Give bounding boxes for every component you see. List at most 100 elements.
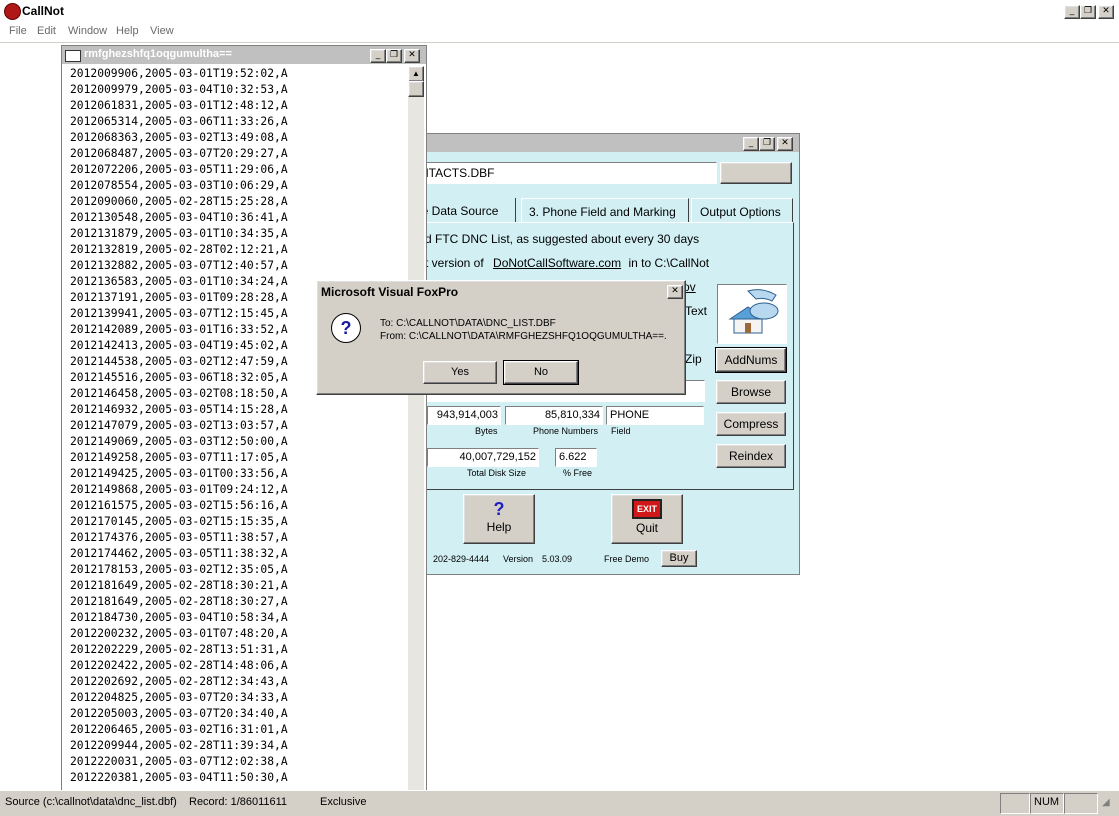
- table-row[interactable]: 2012149868,2005-03-01T09:24:12,A: [70, 482, 410, 498]
- reindex-button[interactable]: Reindex: [716, 444, 786, 468]
- table-row[interactable]: 2012130548,2005-03-04T10:36:41,A: [70, 210, 410, 226]
- buy-button[interactable]: Buy: [661, 550, 697, 567]
- table-row[interactable]: 2012065314,2005-03-06T11:33:26,A: [70, 114, 410, 130]
- table-row[interactable]: 2012131879,2005-03-01T10:34:35,A: [70, 226, 410, 242]
- browse-title: rmfghezshfq1oqgumultha==: [84, 48, 232, 60]
- version-label: Version: [503, 554, 534, 564]
- disk-size-value: 40,007,729,152: [427, 448, 539, 467]
- browse-minimize-icon[interactable]: _: [370, 49, 386, 63]
- close-icon[interactable]: ✕: [1098, 5, 1114, 19]
- tab-output-options[interactable]: Output Options: [691, 198, 793, 223]
- browse-record-list[interactable]: 2012009906,2005-03-01T19:52:02,A 20120099…: [70, 66, 410, 786]
- tab-data-source[interactable]: ne Data Source: [415, 198, 516, 222]
- tab-data-source-label: ne Data Source: [415, 204, 499, 218]
- table-row[interactable]: 2012146932,2005-03-05T14:15:28,A: [70, 402, 410, 418]
- exit-sign-icon: EXIT: [632, 499, 662, 519]
- restore-icon[interactable]: ❐: [1080, 5, 1096, 19]
- table-row[interactable]: 2012068363,2005-03-02T13:49:08,A: [70, 130, 410, 146]
- quit-button[interactable]: EXIT Quit: [611, 494, 683, 544]
- table-row[interactable]: 2012205003,2005-03-07T20:34:40,A: [70, 706, 410, 722]
- table-row[interactable]: 2012068487,2005-03-07T20:29:27,A: [70, 146, 410, 162]
- table-row[interactable]: 2012149425,2005-03-01T00:33:56,A: [70, 466, 410, 482]
- table-row[interactable]: 2012209944,2005-02-28T11:39:34,A: [70, 738, 410, 754]
- download-hint-pre: t version of: [425, 256, 484, 270]
- table-row[interactable]: 2012200232,2005-03-01T07:48:20,A: [70, 626, 410, 642]
- file-field[interactable]: NTACTS.DBF: [417, 162, 717, 184]
- app-logo-icon: [4, 3, 21, 20]
- help-button[interactable]: ? Help: [463, 494, 535, 544]
- no-button[interactable]: No: [503, 360, 579, 385]
- table-row[interactable]: 2012170145,2005-03-02T15:15:35,A: [70, 514, 410, 530]
- browse-title-bar: rmfghezshfq1oqgumultha== _ ❐ ✕: [62, 46, 426, 64]
- menu-edit[interactable]: Edit: [37, 25, 56, 37]
- table-row[interactable]: 2012072206,2005-03-05T11:29:06,A: [70, 162, 410, 178]
- disk-size-label: Total Disk Size: [467, 468, 527, 478]
- table-row[interactable]: 2012184730,2005-03-04T10:58:34,A: [70, 610, 410, 626]
- house-phone-icon: [717, 284, 787, 344]
- panel-minimize-icon[interactable]: _: [743, 137, 759, 151]
- field-value: PHONE: [606, 406, 704, 425]
- file-picker-button[interactable]: [720, 162, 792, 184]
- question-mark-icon: ?: [493, 499, 505, 519]
- panel-restore-icon[interactable]: ❐: [759, 137, 775, 151]
- table-row[interactable]: 2012174462,2005-03-05T11:38:32,A: [70, 546, 410, 562]
- status-num-pane: NUM: [1030, 793, 1064, 814]
- table-icon: [65, 50, 81, 62]
- refresh-hint-text: d FTC DNC List, as suggested about every…: [425, 232, 700, 246]
- question-icon: ?: [331, 313, 361, 343]
- scroll-thumb[interactable]: [408, 81, 424, 97]
- table-row[interactable]: 2012009906,2005-03-01T19:52:02,A: [70, 66, 410, 82]
- table-row[interactable]: 2012202692,2005-02-28T12:34:43,A: [70, 674, 410, 690]
- reindex-label: Reindex: [728, 449, 774, 463]
- table-row[interactable]: 2012181649,2005-02-28T18:30:21,A: [70, 578, 410, 594]
- browse-vertical-scrollbar[interactable]: ▲: [408, 66, 424, 790]
- table-row[interactable]: 2012132819,2005-02-28T02:12:21,A: [70, 242, 410, 258]
- table-row[interactable]: 2012202422,2005-02-28T14:48:06,A: [70, 658, 410, 674]
- resize-grip-icon[interactable]: ◢: [1102, 797, 1116, 811]
- dnc-software-link[interactable]: DoNotCallSoftware.com: [493, 256, 621, 270]
- table-row[interactable]: 2012178153,2005-03-02T12:35:05,A: [70, 562, 410, 578]
- dialog-close-icon[interactable]: ✕: [667, 285, 683, 299]
- menu-help[interactable]: Help: [116, 25, 139, 37]
- table-row[interactable]: 2012206465,2005-03-02T16:31:01,A: [70, 722, 410, 738]
- table-row[interactable]: 2012090060,2005-02-28T15:25:28,A: [70, 194, 410, 210]
- table-row[interactable]: 2012220031,2005-03-07T12:02:38,A: [70, 754, 410, 770]
- addnums-button[interactable]: AddNums: [715, 347, 787, 373]
- table-row[interactable]: 2012078554,2005-03-03T10:06:29,A: [70, 178, 410, 194]
- tab-output-options-label: Output Options: [700, 205, 781, 219]
- table-row[interactable]: 2012149069,2005-03-03T12:50:00,A: [70, 434, 410, 450]
- table-row[interactable]: 2012181649,2005-02-28T18:30:27,A: [70, 594, 410, 610]
- status-record: Record: 1/86011611: [189, 796, 288, 808]
- yes-label: Yes: [451, 366, 469, 378]
- scroll-up-arrow-icon[interactable]: ▲: [408, 66, 424, 82]
- menu-file[interactable]: File: [9, 25, 27, 37]
- download-hint: t version of DoNotCallSoftware.com in to…: [425, 256, 709, 270]
- dialog-title-bar: Microsoft Visual FoxPro ✕: [319, 283, 683, 301]
- minimize-icon[interactable]: _: [1064, 5, 1080, 19]
- dialog-title: Microsoft Visual FoxPro: [321, 285, 459, 299]
- yes-button[interactable]: Yes: [423, 361, 497, 384]
- tab-phone-field-label: 3. Phone Field and Marking: [529, 205, 676, 219]
- table-row[interactable]: 2012132882,2005-03-07T12:40:57,A: [70, 258, 410, 274]
- zip-option-fragment: Zip: [685, 352, 702, 366]
- browse-label: Browse: [730, 385, 771, 399]
- table-row[interactable]: 2012161575,2005-03-02T15:56:16,A: [70, 498, 410, 514]
- table-row[interactable]: 2012174376,2005-03-05T11:38:57,A: [70, 530, 410, 546]
- table-row[interactable]: 2012220381,2005-03-04T11:50:30,A: [70, 770, 410, 786]
- compress-button[interactable]: Compress: [716, 412, 786, 436]
- tab-phone-field[interactable]: 3. Phone Field and Marking: [521, 198, 689, 223]
- panel-close-icon[interactable]: ✕: [777, 137, 793, 151]
- menu-window[interactable]: Window: [68, 25, 107, 37]
- browse-restore-icon[interactable]: ❐: [386, 49, 402, 63]
- table-row[interactable]: 2012202229,2005-02-28T13:51:31,A: [70, 642, 410, 658]
- browse-button[interactable]: Browse: [716, 380, 786, 404]
- dialog-from-path: From: C:\CALLNOT\DATA\RMFGHEZSHFQ1OQGUMU…: [380, 331, 667, 342]
- table-row[interactable]: 2012147079,2005-03-02T13:03:57,A: [70, 418, 410, 434]
- browse-close-icon[interactable]: ✕: [404, 49, 420, 63]
- menu-view[interactable]: View: [150, 25, 174, 37]
- table-row[interactable]: 2012204825,2005-03-07T20:34:33,A: [70, 690, 410, 706]
- field-value-text: PHONE: [610, 409, 650, 421]
- table-row[interactable]: 2012149258,2005-03-07T11:17:05,A: [70, 450, 410, 466]
- table-row[interactable]: 2012061831,2005-03-01T12:48:12,A: [70, 98, 410, 114]
- table-row[interactable]: 2012009979,2005-03-04T10:32:53,A: [70, 82, 410, 98]
